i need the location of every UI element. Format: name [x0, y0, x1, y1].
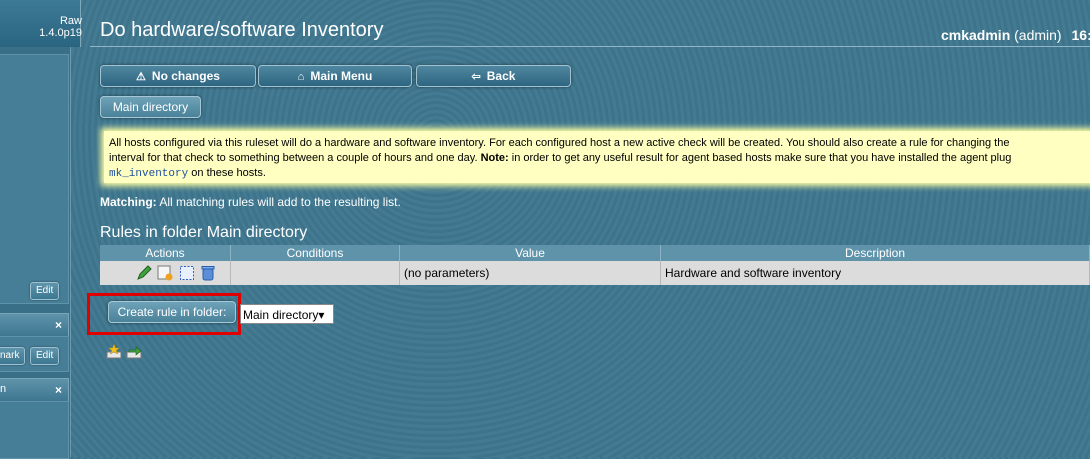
main-directory-button[interactable]: Main directory [100, 96, 201, 118]
help-code: mk_inventory [109, 168, 188, 180]
home-icon: ⌂ [298, 71, 305, 83]
help-note-label: Note: [481, 152, 509, 164]
row-description: Hardware and software inventory [661, 261, 1090, 285]
close-icon[interactable]: × [55, 383, 62, 397]
user-info: cmkadmin (admin) 16:3 [941, 27, 1090, 43]
folder-select[interactable]: Main directory▾ [240, 304, 334, 324]
sidebar-snapin-header[interactable]: × [0, 313, 69, 337]
sidebar-edit-button-2[interactable]: Edit [30, 347, 59, 365]
sidebar-edit-button[interactable]: Edit [30, 282, 59, 300]
snapin-title: n [0, 383, 6, 395]
back-arrow-icon: ⇦ [472, 71, 481, 83]
back-label: Back [487, 69, 516, 83]
sidebar-header: Raw 1.4.0p19 [0, 0, 81, 47]
export-arrow-icon[interactable] [126, 343, 142, 359]
rules-table: Actions Conditions Value Description (no… [100, 245, 1090, 285]
rules-heading: Rules in folder Main directory [100, 224, 307, 242]
help-line-2-text: interval for that check to something bet… [109, 152, 478, 164]
sidebar-snapin-body [0, 401, 69, 459]
version-label: 1.4.0p19 [7, 27, 82, 39]
close-icon[interactable]: × [55, 318, 62, 332]
sidebar-snapin-body [0, 54, 69, 304]
matching-label: Matching: [100, 195, 157, 209]
edition-label: Raw [7, 15, 82, 27]
username[interactable]: cmkadmin [941, 27, 1010, 43]
title-divider [90, 46, 1090, 47]
row-value: (no parameters) [400, 261, 661, 285]
row-actions [100, 261, 231, 285]
matching-text: All matching rules will add to the resul… [159, 195, 400, 209]
column-header-description: Description [661, 245, 1090, 261]
row-conditions [231, 261, 400, 285]
delete-trash-icon[interactable] [200, 265, 216, 281]
clone-rule-icon[interactable] [157, 265, 173, 281]
create-rule-button[interactable]: Create rule in folder: [108, 301, 236, 323]
sidebar-snapin-header-2[interactable]: n × [0, 378, 69, 402]
help-box: All hosts configured via this ruleset wi… [104, 131, 1090, 183]
help-line-3-text: on these hosts. [191, 167, 266, 179]
help-line-2b-text: in order to get any useful result for ag… [512, 152, 1012, 164]
sidebar: Raw 1.4.0p19 Edit × nark Edit n × [0, 0, 71, 457]
bookmark-button[interactable]: nark [0, 347, 25, 365]
help-line-2: interval for that check to something bet… [109, 151, 1090, 166]
edit-pencil-icon[interactable] [136, 265, 152, 281]
matching-info: Matching: All matching rules will add to… [100, 195, 401, 209]
table-header-row: Actions Conditions Value Description [100, 245, 1090, 261]
move-rule-icon[interactable] [179, 265, 195, 281]
new-item-icon[interactable] [106, 343, 122, 359]
help-line-1: All hosts configured via this ruleset wi… [109, 136, 1090, 151]
table-row: (no parameters) Hardware and software in… [100, 261, 1090, 285]
no-changes-label: No changes [152, 69, 220, 83]
column-header-conditions: Conditions [231, 245, 400, 261]
main-menu-label: Main Menu [310, 69, 372, 83]
user-role: (admin) [1014, 27, 1061, 43]
no-changes-button[interactable]: ⚠ No changes [100, 65, 256, 87]
help-line-3: mk_inventory on these hosts. [109, 166, 1090, 182]
main-menu-button[interactable]: ⌂ Main Menu [258, 65, 412, 87]
back-button[interactable]: ⇦ Back [416, 65, 571, 87]
page-title: Do hardware/software Inventory [100, 19, 383, 42]
warning-icon: ⚠ [136, 71, 146, 83]
column-header-actions: Actions [100, 245, 231, 261]
clock: 16:3 [1072, 27, 1090, 43]
column-header-value: Value [400, 245, 661, 261]
